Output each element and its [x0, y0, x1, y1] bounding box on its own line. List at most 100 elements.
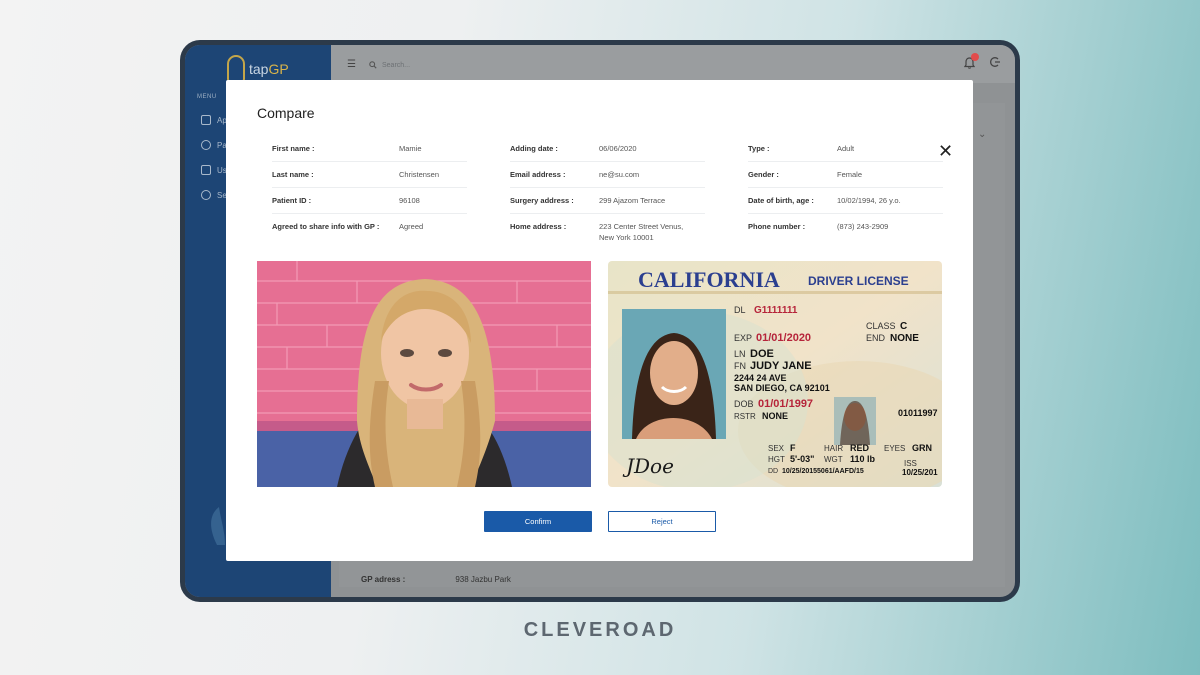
- info-label: Date of birth, age :: [748, 196, 814, 205]
- license-eyes-value: GRN: [912, 443, 932, 453]
- search-bar[interactable]: Search...: [369, 55, 494, 75]
- license-ln-label: LN: [734, 349, 746, 359]
- info-column-addresses: Adding date : 06/06/2020 Email address : n…: [510, 136, 705, 250]
- license-dl-label: DL: [734, 305, 746, 315]
- sidebar-item-users[interactable]: Us: [201, 165, 227, 175]
- sidebar-item-patients[interactable]: Pa: [201, 140, 227, 150]
- info-value: Adult: [837, 144, 855, 153]
- license-dd-label: DD: [768, 468, 778, 475]
- info-column-personal: First name : Mamie Last name : Christensen…: [272, 136, 467, 240]
- info-row: First name : Mamie: [272, 136, 467, 162]
- license-wgt-value: 110 lb: [850, 454, 876, 464]
- confirm-button[interactable]: Confirm: [484, 511, 592, 532]
- license-ln-value: DOE: [750, 348, 774, 360]
- gp-address-value: 938 Jazbu Park: [455, 575, 511, 584]
- info-value: Christensen: [399, 170, 440, 179]
- brand-watermark: CLEVEROAD: [523, 619, 677, 641]
- license-end-value: NONE: [890, 333, 919, 344]
- license-address-line1: 2244 24 AVE: [734, 373, 787, 383]
- search-icon: [369, 61, 377, 69]
- license-signature: JDoe: [622, 454, 674, 478]
- license-exp-value: 01/01/2020: [756, 332, 811, 344]
- license-class-value: C: [900, 321, 907, 332]
- info-row: Type : Adult: [748, 136, 943, 162]
- info-label: Surgery address :: [510, 196, 574, 205]
- license-fn-value: JUDY JANE: [750, 360, 812, 372]
- info-row: Patient ID : 96108: [272, 188, 467, 214]
- license-fn-label: FN: [734, 361, 746, 371]
- info-row: Date of birth, age : 10/02/1994, 26 y.o.: [748, 188, 943, 214]
- info-value: 223 Center Street Venus, New York 10001: [599, 222, 684, 242]
- compare-modal: Compare ✕ First name : Mamie Last name :C…: [226, 80, 973, 561]
- info-value: 96108: [399, 196, 420, 205]
- license-sex-label: SEX: [768, 444, 785, 453]
- info-label: Agreed to share info with GP :: [272, 222, 380, 231]
- menu-caption: MENU: [197, 94, 217, 100]
- logo-touch-icon: [227, 55, 245, 83]
- info-row: Agreed to share info with GP : Agreed: [272, 214, 467, 240]
- search-input[interactable]: Search...: [382, 62, 410, 69]
- license-sex-value: F: [790, 443, 796, 453]
- settings-icon: [201, 190, 211, 200]
- license-wgt-label: WGT: [824, 455, 843, 464]
- logout-icon[interactable]: [989, 56, 1001, 71]
- license-exp-label: EXP: [734, 333, 752, 343]
- license-end-label: END: [866, 333, 886, 343]
- license-rstr-label: RSTR: [734, 412, 756, 421]
- info-row: Phone number : (873) 243-2909: [748, 214, 943, 240]
- info-row: Last name : Christensen: [272, 162, 467, 188]
- chevron-down-icon[interactable]: ⌄: [978, 129, 986, 140]
- info-label: Adding date :: [510, 144, 558, 153]
- logo-text: tapGP: [249, 61, 289, 77]
- license-dob-label: DOB: [734, 399, 754, 409]
- info-label: Last name :: [272, 170, 314, 179]
- license-hgt-label: HGT: [768, 455, 785, 464]
- info-row: Adding date : 06/06/2020: [510, 136, 705, 162]
- info-value: Mamie: [399, 144, 422, 153]
- license-dd-value: 10/25/20155061/AAFD/15: [782, 468, 864, 475]
- app-logo: tapGP: [227, 55, 289, 83]
- license-rstr-value: NONE: [762, 411, 788, 421]
- info-row: Gender : Female: [748, 162, 943, 188]
- gp-address-row: GP adress : 938 Jazbu Park: [361, 575, 511, 584]
- chart-icon: [201, 165, 211, 175]
- info-row: Surgery address : 299 Ajazom Terrace: [510, 188, 705, 214]
- info-label: Patient ID :: [272, 196, 312, 205]
- license-hgt-value: 5'-03": [790, 454, 814, 464]
- license-state: CALIFORNIA: [638, 267, 780, 292]
- info-row: Email address : ne@su.com: [510, 162, 705, 188]
- info-value: Agreed: [399, 222, 424, 231]
- reject-button[interactable]: Reject: [608, 511, 716, 532]
- info-value: 06/06/2020: [599, 144, 637, 153]
- info-value: Female: [837, 170, 863, 179]
- license-eyes-label: EYES: [884, 444, 905, 453]
- gp-address-label: GP adress :: [361, 575, 406, 584]
- info-value: 299 Ajazom Terrace: [599, 196, 666, 205]
- info-value: 10/02/1994, 26 y.o.: [837, 196, 901, 205]
- info-value: ne@su.com: [599, 170, 640, 179]
- sidebar-item-settings[interactable]: Se: [201, 190, 227, 200]
- calendar-icon: [201, 115, 211, 125]
- notification-badge: [971, 53, 979, 61]
- license-iss-label: ISS: [904, 459, 917, 468]
- modal-title: Compare: [257, 105, 315, 121]
- sidebar-item-appointments[interactable]: Ap: [201, 115, 227, 125]
- license-doc-type: DRIVER LICENSE: [808, 274, 909, 288]
- info-column-demographics: Type : Adult Gender : Female Date of birth…: [748, 136, 943, 240]
- driver-license-image: CALIFORNIA DRIVER LICENSE DL G1111111 EX…: [608, 261, 942, 487]
- license-address-line2: SAN DIEGO, CA 92101: [734, 383, 830, 393]
- license-dob-value: 01/01/1997: [758, 398, 813, 410]
- license-number: 01011997: [898, 408, 938, 418]
- info-label: Email address :: [510, 170, 566, 179]
- menu-icon[interactable]: ☰: [347, 59, 356, 70]
- license-iss-value: 10/25/201: [902, 468, 938, 477]
- license-dl-value: G1111111: [754, 305, 798, 316]
- info-label: Phone number :: [748, 222, 806, 231]
- patient-photo: [257, 261, 591, 487]
- user-circle-icon: [201, 140, 211, 150]
- license-hair-value: RED: [850, 443, 870, 453]
- info-value: (873) 243-2909: [837, 222, 889, 231]
- license-hair-label: HAIR: [824, 444, 843, 453]
- info-row: Home address : 223 Center Street Venus, N…: [510, 214, 705, 250]
- info-label: Home address :: [510, 222, 567, 231]
